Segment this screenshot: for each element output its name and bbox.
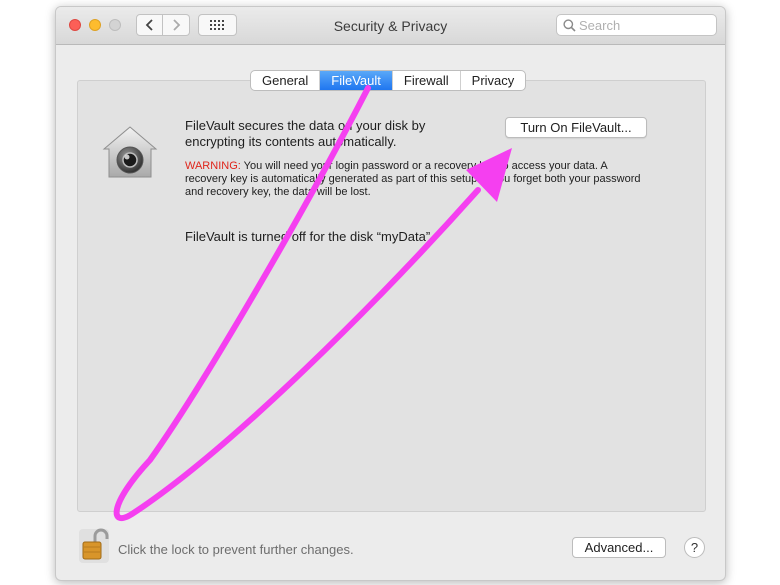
- search-icon: [563, 19, 576, 32]
- unlocked-padlock-icon[interactable]: [78, 528, 110, 564]
- warning-text: WARNING: You will need your login passwo…: [185, 160, 645, 199]
- lock-instruction: Click the lock to prevent further change…: [118, 542, 354, 557]
- tab-bar: General FileVault Firewall Privacy: [250, 70, 527, 91]
- title-bar: Security & Privacy: [56, 7, 725, 45]
- tab-privacy[interactable]: Privacy: [461, 71, 526, 90]
- tab-firewall[interactable]: Firewall: [393, 71, 461, 90]
- preferences-window: Security & Privacy General FileVault Fir…: [55, 6, 726, 581]
- tab-general[interactable]: General: [251, 71, 321, 90]
- filevault-house-icon: [102, 126, 158, 178]
- tab-filevault[interactable]: FileVault: [320, 71, 393, 90]
- filevault-description: FileVault secures the data on your disk …: [185, 118, 426, 149]
- warning-label: WARNING:: [185, 160, 241, 172]
- help-button[interactable]: ?: [684, 537, 705, 558]
- warning-body: You will need your login password or a r…: [185, 160, 641, 198]
- filevault-status: FileVault is turned off for the disk “my…: [185, 229, 434, 244]
- search-input[interactable]: [579, 17, 713, 33]
- search-field[interactable]: [556, 14, 717, 36]
- advanced-button[interactable]: Advanced...: [572, 537, 666, 558]
- turn-on-filevault-button[interactable]: Turn On FileVault...: [505, 117, 647, 138]
